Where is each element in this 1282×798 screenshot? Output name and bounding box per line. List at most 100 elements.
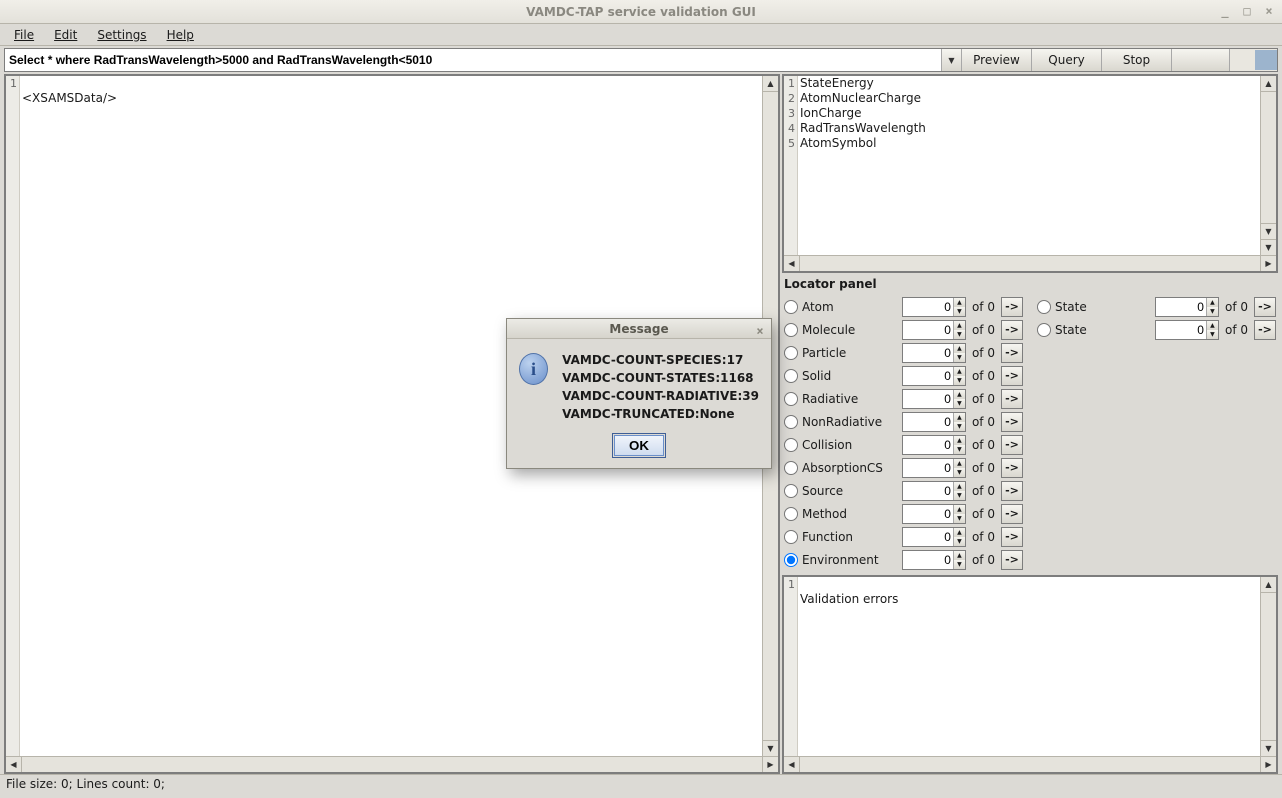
go-button[interactable]: -> xyxy=(1001,320,1023,340)
spinner-down-icon[interactable]: ▼ xyxy=(1206,330,1218,339)
locator-radio-source[interactable] xyxy=(784,484,798,498)
spinner-input[interactable] xyxy=(903,551,953,569)
keyword-item[interactable]: AtomSymbol xyxy=(800,136,1258,151)
scroll-track[interactable] xyxy=(800,256,1260,271)
go-button[interactable]: -> xyxy=(1001,504,1023,524)
go-button[interactable]: -> xyxy=(1001,297,1023,317)
spinner-up-icon[interactable]: ▲ xyxy=(953,390,965,399)
go-button[interactable]: -> xyxy=(1001,366,1023,386)
spinner-input[interactable] xyxy=(903,367,953,385)
validation-content[interactable]: Validation errors xyxy=(798,577,1260,756)
locator-spinner[interactable]: ▲▼ xyxy=(902,320,966,340)
locator-radio-nonradiative[interactable] xyxy=(784,415,798,429)
locator-spinner[interactable]: ▲▼ xyxy=(902,343,966,363)
spinner-up-icon[interactable]: ▲ xyxy=(953,482,965,491)
dialog-titlebar[interactable]: Message × xyxy=(507,319,771,339)
locator-spinner[interactable]: ▲▼ xyxy=(902,504,966,524)
locator-spinner[interactable]: ▲▼ xyxy=(902,366,966,386)
locator-spinner[interactable]: ▲▼ xyxy=(902,389,966,409)
locator-radio-absorptioncs[interactable] xyxy=(784,461,798,475)
locator-radio-state[interactable] xyxy=(1037,323,1051,337)
spinner-down-icon[interactable]: ▼ xyxy=(953,399,965,408)
menu-settings[interactable]: Settings xyxy=(89,26,154,44)
window-minimize-icon[interactable]: _ xyxy=(1218,4,1232,18)
spinner-up-icon[interactable]: ▲ xyxy=(1206,298,1218,307)
spinner-input[interactable] xyxy=(903,413,953,431)
locator-spinner[interactable]: ▲▼ xyxy=(1155,297,1219,317)
spinner-input[interactable] xyxy=(903,482,953,500)
locator-radio-collision[interactable] xyxy=(784,438,798,452)
spinner-up-icon[interactable]: ▲ xyxy=(953,413,965,422)
spinner-down-icon[interactable]: ▼ xyxy=(953,422,965,431)
spinner-up-icon[interactable]: ▲ xyxy=(953,344,965,353)
keyword-item[interactable]: StateEnergy xyxy=(800,76,1258,91)
locator-radio-molecule[interactable] xyxy=(784,323,798,337)
validation-vscroll[interactable]: ▲ ▼ xyxy=(1260,577,1276,756)
keyword-list[interactable]: 12345 StateEnergyAtomNuclearChargeIonCha… xyxy=(782,74,1278,273)
go-button[interactable]: -> xyxy=(1254,320,1276,340)
locator-spinner[interactable]: ▲▼ xyxy=(902,297,966,317)
keyword-item[interactable]: IonCharge xyxy=(800,106,1258,121)
scroll-right-icon[interactable]: ▶ xyxy=(762,757,778,772)
spinner-down-icon[interactable]: ▼ xyxy=(953,330,965,339)
locator-spinner[interactable]: ▲▼ xyxy=(902,481,966,501)
locator-radio-state[interactable] xyxy=(1037,300,1051,314)
keyword-vscroll[interactable]: ▲ ▼ ▼ xyxy=(1260,76,1276,255)
scroll-up-icon[interactable]: ▲ xyxy=(1261,577,1276,593)
scroll-down-icon[interactable]: ▼ xyxy=(1261,223,1276,239)
scroll-down-icon[interactable]: ▼ xyxy=(1261,740,1276,756)
window-close-icon[interactable]: × xyxy=(1262,4,1276,18)
go-button[interactable]: -> xyxy=(1254,297,1276,317)
query-button[interactable]: Query xyxy=(1031,49,1101,71)
spinner-down-icon[interactable]: ▼ xyxy=(953,376,965,385)
go-button[interactable]: -> xyxy=(1001,550,1023,570)
locator-spinner[interactable]: ▲▼ xyxy=(902,435,966,455)
spinner-input[interactable] xyxy=(903,298,953,316)
spinner-input[interactable] xyxy=(1156,321,1206,339)
scroll-down-icon[interactable]: ▼ xyxy=(763,740,778,756)
spinner-down-icon[interactable]: ▼ xyxy=(953,491,965,500)
spinner-up-icon[interactable]: ▲ xyxy=(953,321,965,330)
keyword-content[interactable]: StateEnergyAtomNuclearChargeIonChargeRad… xyxy=(798,76,1260,255)
spinner-down-icon[interactable]: ▼ xyxy=(1206,307,1218,316)
locator-spinner[interactable]: ▲▼ xyxy=(902,412,966,432)
xml-hscroll[interactable]: ◀ ▶ xyxy=(6,756,778,772)
scroll-track[interactable] xyxy=(22,757,762,772)
spinner-down-icon[interactable]: ▼ xyxy=(953,353,965,362)
spinner-input[interactable] xyxy=(1156,298,1206,316)
spinner-input[interactable] xyxy=(903,528,953,546)
spinner-up-icon[interactable]: ▲ xyxy=(953,528,965,537)
spinner-input[interactable] xyxy=(903,344,953,362)
go-button[interactable]: -> xyxy=(1001,527,1023,547)
scroll-right-icon[interactable]: ▶ xyxy=(1260,256,1276,271)
spinner-up-icon[interactable]: ▲ xyxy=(953,298,965,307)
menu-edit[interactable]: Edit xyxy=(46,26,85,44)
spinner-up-icon[interactable]: ▲ xyxy=(953,436,965,445)
spinner-input[interactable] xyxy=(903,390,953,408)
scroll-right-icon[interactable]: ▶ xyxy=(1260,757,1276,772)
locator-spinner[interactable]: ▲▼ xyxy=(902,550,966,570)
scroll-left-icon[interactable]: ◀ xyxy=(784,757,800,772)
spinner-up-icon[interactable]: ▲ xyxy=(953,367,965,376)
spinner-input[interactable] xyxy=(903,436,953,454)
go-button[interactable]: -> xyxy=(1001,389,1023,409)
spinner-input[interactable] xyxy=(903,321,953,339)
spinner-down-icon[interactable]: ▼ xyxy=(953,560,965,569)
locator-radio-environment[interactable] xyxy=(784,553,798,567)
window-maximize-icon[interactable]: □ xyxy=(1240,4,1254,18)
stop-button[interactable]: Stop xyxy=(1101,49,1171,71)
locator-radio-atom[interactable] xyxy=(784,300,798,314)
spinner-down-icon[interactable]: ▼ xyxy=(953,537,965,546)
query-input[interactable] xyxy=(5,49,941,71)
dialog-close-icon[interactable]: × xyxy=(753,321,767,335)
keyword-item[interactable]: AtomNuclearCharge xyxy=(800,91,1258,106)
locator-radio-particle[interactable] xyxy=(784,346,798,360)
locator-radio-method[interactable] xyxy=(784,507,798,521)
preview-button[interactable]: Preview xyxy=(961,49,1031,71)
keyword-dropdown-icon[interactable]: ▼ xyxy=(1261,239,1276,255)
validation-hscroll[interactable]: ◀ ▶ xyxy=(784,756,1276,772)
scroll-up-icon[interactable]: ▲ xyxy=(1261,76,1276,92)
menu-help[interactable]: Help xyxy=(159,26,202,44)
go-button[interactable]: -> xyxy=(1001,435,1023,455)
query-history-dropdown[interactable]: ▼ xyxy=(941,49,961,71)
